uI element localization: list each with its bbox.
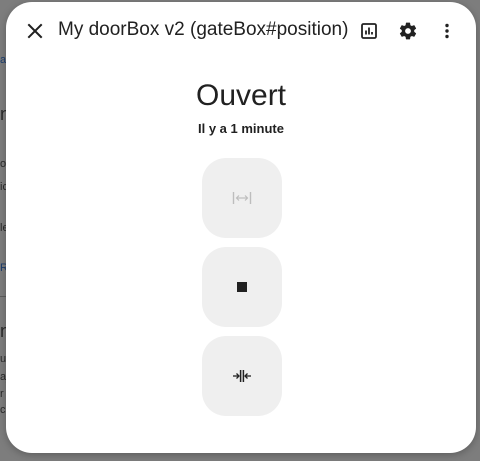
gate-close-icon [233,370,251,382]
entity-state: Ouvert [195,79,287,112]
stop-button[interactable] [202,247,282,327]
close-icon [27,23,43,39]
background-fragment: r [0,388,4,400]
last-changed-time: Il y a 1 minute [198,121,284,136]
open-gate-button[interactable] [202,158,282,238]
more-info-dialog: My doorBox v2 (gateBox#position) Ouvert [6,2,476,453]
background-fragment: c [0,404,6,416]
dialog-title: My doorBox v2 (gateBox#position) [58,19,349,40]
settings-button[interactable] [390,13,426,49]
chart-box-icon [361,23,377,39]
dots-vertical-icon [445,23,449,39]
history-button[interactable] [351,13,387,49]
gear-icon [399,22,417,40]
close-gate-button[interactable] [202,336,282,416]
close-button[interactable] [17,13,53,49]
dialog-header: My doorBox v2 (gateBox#position) [6,2,476,60]
more-options-button[interactable] [429,13,465,49]
gate-open-icon [232,192,252,204]
stop-icon [237,282,247,292]
